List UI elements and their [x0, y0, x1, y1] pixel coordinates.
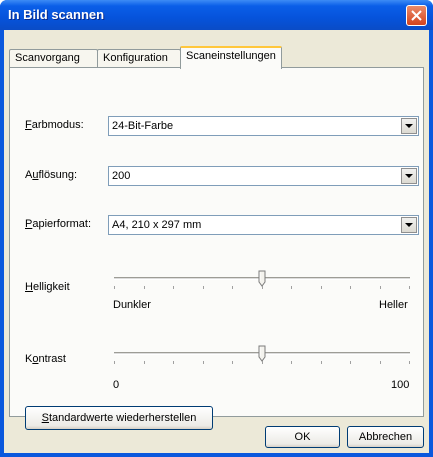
slider-tick — [409, 361, 410, 364]
paper-size-select[interactable]: A4, 210 x 297 mm — [108, 215, 419, 235]
color-mode-dropdown-button[interactable] — [401, 118, 417, 134]
contrast-max-label: 100 — [391, 379, 410, 391]
resolution-label: Auflösung: — [25, 169, 77, 181]
slider-tick — [203, 286, 204, 289]
chevron-down-icon — [405, 124, 413, 128]
title-bar[interactable]: In Bild scannen — [0, 0, 433, 30]
brightness-max-label: Heller — [379, 299, 408, 311]
resolution-value: 200 — [112, 170, 131, 182]
chevron-down-icon — [405, 223, 413, 227]
ok-button[interactable]: OK — [265, 426, 340, 448]
ok-label: OK — [294, 431, 311, 443]
paper-size-value: A4, 210 x 297 mm — [112, 219, 202, 231]
slider-tick — [144, 361, 145, 364]
slider-tick — [114, 286, 115, 289]
slider-tick — [350, 286, 351, 289]
slider-tick — [321, 361, 322, 364]
brightness-label: Helligkeit — [25, 281, 70, 293]
restore-defaults-label: Standardwerte wiederherstellen — [41, 412, 197, 424]
tab-panel-scaneinstellungen: Farbmodus: 24-Bit-Farbe Auflösung: 200 P… — [9, 67, 424, 430]
tab-scanvorgang[interactable]: Scanvorgang — [9, 49, 98, 68]
slider-tick — [291, 286, 292, 289]
slider-tick — [232, 286, 233, 289]
tab-label: Scanvorgang — [15, 52, 80, 64]
contrast-slider[interactable] — [114, 343, 410, 367]
resolution-dropdown-button[interactable] — [401, 168, 417, 184]
slider-tick — [173, 286, 174, 289]
tab-scaneinstellungen[interactable]: Scaneinstellungen — [180, 46, 282, 69]
slider-tick — [291, 361, 292, 364]
slider-tick — [380, 286, 381, 289]
scan-dialog-window: In Bild scannen Scanvorgang Konfiguratio… — [0, 0, 433, 457]
resolution-select[interactable]: 200 — [108, 166, 419, 186]
slider-tick — [321, 286, 322, 289]
slider-thumb[interactable] — [258, 345, 266, 362]
tab-label: Scaneinstellungen — [186, 50, 276, 62]
close-button[interactable] — [406, 5, 427, 26]
brightness-slider[interactable] — [114, 268, 410, 292]
slider-tick — [262, 286, 263, 289]
color-mode-value: 24-Bit-Farbe — [112, 120, 174, 132]
slider-tick — [350, 361, 351, 364]
slider-tick — [114, 361, 115, 364]
window-title: In Bild scannen — [8, 7, 105, 22]
slider-tick — [203, 361, 204, 364]
dialog-client-area: Scanvorgang Konfiguration Scaneinstellun… — [4, 30, 429, 453]
close-icon — [411, 10, 422, 21]
tab-konfiguration[interactable]: Konfiguration — [97, 49, 181, 68]
slider-tick — [409, 286, 410, 289]
brightness-min-label: Dunkler — [113, 299, 151, 311]
cancel-label: Abbrechen — [358, 431, 413, 443]
contrast-min-label: 0 — [113, 379, 120, 391]
tab-label: Konfiguration — [103, 52, 168, 64]
slider-tick — [380, 361, 381, 364]
paper-size-dropdown-button[interactable] — [401, 217, 417, 233]
chevron-down-icon — [405, 174, 413, 178]
cancel-button[interactable]: Abbrechen — [347, 426, 424, 448]
restore-defaults-button[interactable]: Standardwerte wiederherstellen — [25, 406, 213, 430]
color-mode-select[interactable]: 24-Bit-Farbe — [108, 116, 419, 136]
slider-tick — [262, 361, 263, 364]
paper-size-label: Papierformat: — [25, 218, 92, 230]
contrast-label: Kontrast — [25, 353, 66, 365]
slider-tick — [173, 361, 174, 364]
slider-tick — [144, 286, 145, 289]
slider-tick — [232, 361, 233, 364]
slider-thumb[interactable] — [258, 270, 266, 287]
color-mode-label: Farbmodus: — [25, 119, 84, 131]
